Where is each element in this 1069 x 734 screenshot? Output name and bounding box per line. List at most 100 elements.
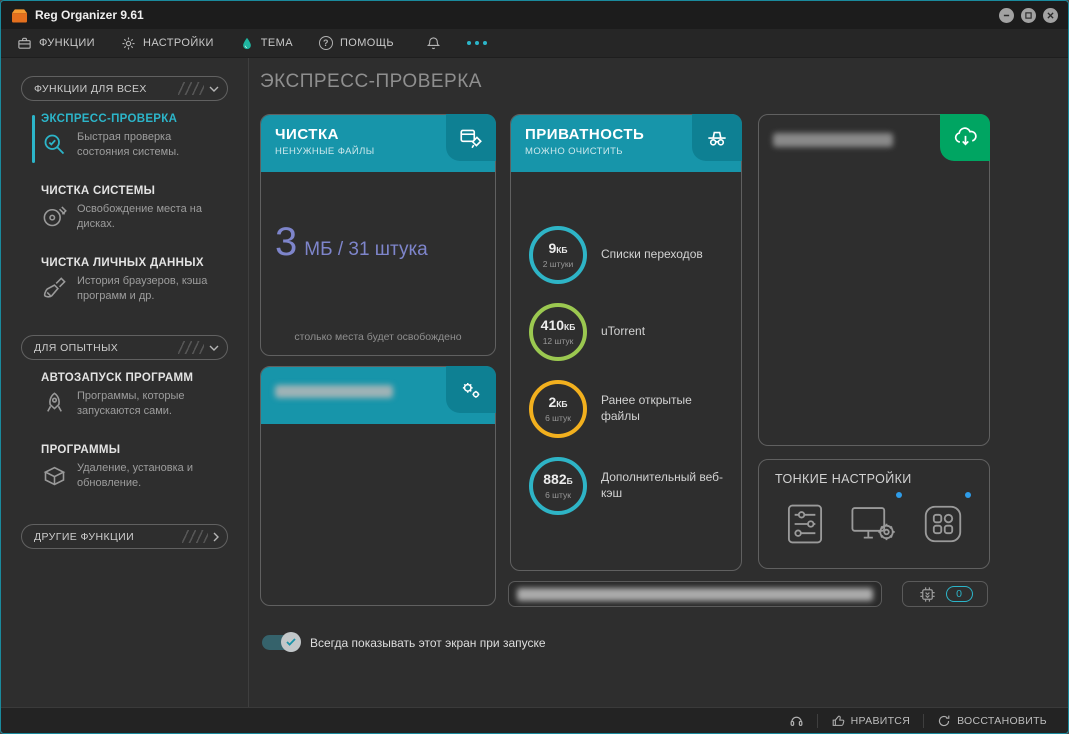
brush-icon — [41, 274, 77, 307]
menu-theme-label: ТЕМА — [260, 37, 293, 49]
nav-title: АВТОЗАПУСК ПРОГРАММ — [41, 372, 194, 384]
gears-badge-icon[interactable] — [446, 366, 496, 413]
disk-clean-icon — [41, 202, 77, 235]
updates-card[interactable] — [758, 114, 990, 446]
chevron-down-icon — [209, 86, 219, 92]
close-button[interactable] — [1043, 7, 1058, 23]
magnifier-check-icon — [41, 130, 77, 163]
stat-ring: 9КБ 2 штуки — [529, 226, 587, 284]
menu-settings[interactable]: НАСТРОЙКИ — [121, 36, 214, 51]
privacy-stat-row: 410КБ 12 штук uTorrent — [529, 303, 723, 361]
sidebar-other-functions-button[interactable]: ДРУГИЕ ФУНКЦИИ — [21, 524, 228, 549]
nav-title: ЧИСТКА СИСТЕМЫ — [41, 185, 156, 197]
cleaning-footer-text: столько места будет освобождено — [294, 331, 462, 343]
show-on-startup-toggle[interactable] — [262, 632, 301, 652]
nav-title: ЭКСПРЕСС-ПРОВЕРКА — [41, 113, 178, 125]
gear-icon — [121, 36, 136, 51]
cleaning-value: 3 МБ / 31 штука — [275, 220, 428, 265]
sidebar-item-system-cleanup[interactable]: ЧИСТКА СИСТЕМЫ Освобождение места на дис… — [41, 185, 240, 235]
hatch-decoration — [178, 341, 204, 354]
help-icon: ? — [318, 36, 333, 50]
apps-grid-icon[interactable] — [917, 492, 971, 550]
fine-settings-title: ТОНКИЕ НАСТРОЙКИ — [775, 472, 912, 486]
restore-button[interactable]: ВОССТАНОВИТЬ — [924, 714, 1060, 728]
show-on-startup-label: Всегда показывать этот экран при запуске — [310, 635, 546, 650]
menu-functions-label: ФУНКЦИИ — [39, 37, 95, 49]
briefcase-icon — [17, 36, 32, 51]
statusbar: НРАВИТСЯ ВОССТАНОВИТЬ — [1, 707, 1068, 733]
notification-dot — [896, 492, 902, 498]
main-content: ЭКСПРЕСС-ПРОВЕРКА ЧИСТКА НЕНУЖНЫЕ ФАЙЛЫ … — [249, 58, 1068, 707]
stat-label: Дополнительный веб-кэш — [601, 470, 724, 500]
sidebar-group-advanced[interactable]: ДЛЯ ОПЫТНЫХ — [21, 335, 228, 360]
support-button[interactable] — [776, 713, 817, 728]
toggle-knob — [281, 632, 301, 652]
nav-desc: Программы, которые запускаются сами. — [77, 390, 185, 417]
stat-count: 2 штуки — [542, 259, 574, 269]
titlebar: Reg Organizer 9.61 — [1, 1, 1068, 29]
privacy-card-header: ПРИВАТНОСТЬ МОЖНО ОЧИСТИТЬ — [511, 114, 742, 172]
blurred-title — [275, 385, 393, 398]
maximize-button[interactable] — [1021, 7, 1036, 23]
notifications-bell-icon[interactable] — [426, 36, 441, 51]
menubar: ФУНКЦИИ НАСТРОЙКИ ТЕМА ? ПОМОЩЬ — [1, 29, 1068, 58]
sliders-icon[interactable] — [779, 498, 831, 550]
stat-label: Списки переходов — [601, 247, 703, 262]
other-functions-label: ДРУГИЕ ФУНКЦИИ — [34, 530, 135, 543]
app-logo-icon — [11, 8, 28, 23]
blurred-progress-text — [517, 587, 873, 601]
menu-settings-label: НАСТРОЙКИ — [142, 37, 214, 49]
nav-desc: История браузеров, кэша программ и др. — [77, 275, 208, 302]
sidebar-item-express-check[interactable]: ЭКСПРЕСС-ПРОВЕРКА Быстрая проверка состо… — [32, 113, 240, 163]
window-title: Reg Organizer 9.61 — [35, 8, 144, 22]
stat-count: 6 штук — [545, 413, 571, 423]
stat-count: 12 штук — [542, 336, 574, 346]
like-label: НРАВИТСЯ — [850, 714, 911, 727]
cleaning-card-header: ЧИСТКА НЕНУЖНЫЕ ФАЙЛЫ — [261, 114, 496, 172]
notification-dot — [965, 492, 971, 498]
nav-desc: Удаление, установка и обновление. — [77, 462, 193, 489]
menu-help[interactable]: ? ПОМОЩЬ — [318, 36, 394, 50]
updates-count-badge: 0 — [945, 586, 973, 602]
sidebar-item-private-data-cleanup[interactable]: ЧИСТКА ЛИЧНЫХ ДАННЫХ История браузеров, … — [41, 257, 240, 307]
menu-theme[interactable]: ТЕМА — [240, 36, 293, 51]
privacy-badge-icon[interactable] — [692, 114, 742, 161]
cleaning-card[interactable]: ЧИСТКА НЕНУЖНЫЕ ФАЙЛЫ 3 МБ / 31 штука ст… — [260, 114, 496, 356]
cleaning-badge-icon[interactable] — [446, 114, 496, 161]
rocket-icon — [41, 389, 77, 422]
cleaning-value-number: 3 — [275, 220, 298, 264]
nav-desc: Быстрая проверка состояния системы. — [77, 131, 180, 158]
sidebar: ФУНКЦИИ ДЛЯ ВСЕХ ЭКСПРЕСС-ПРОВЕРКА Быстр… — [1, 58, 249, 707]
stat-ring: 882Б 6 штук — [529, 457, 587, 515]
blurred-title — [773, 133, 893, 147]
stat-label: Ранее открытые файлы — [601, 393, 692, 423]
fine-settings-card[interactable]: ТОНКИЕ НАСТРОЙКИ — [758, 459, 990, 569]
stat-ring: 2КБ 6 штук — [529, 380, 587, 438]
sidebar-item-programs[interactable]: ПРОГРАММЫ Удаление, установка и обновлен… — [41, 444, 240, 494]
cloud-download-badge-icon[interactable] — [940, 114, 990, 161]
blurred-card[interactable] — [260, 366, 496, 606]
like-button[interactable]: НРАВИТСЯ — [818, 714, 923, 728]
restore-label: ВОССТАНОВИТЬ — [957, 714, 1047, 727]
driver-updates-button[interactable]: 0 — [902, 581, 988, 607]
package-box-icon — [41, 461, 77, 494]
show-on-startup-row: Всегда показывать этот экран при запуске — [262, 632, 546, 652]
minimize-button[interactable] — [999, 7, 1014, 23]
sidebar-group-functions-for-all[interactable]: ФУНКЦИИ ДЛЯ ВСЕХ — [21, 76, 228, 101]
menu-functions[interactable]: ФУНКЦИИ — [17, 36, 95, 51]
privacy-card[interactable]: ПРИВАТНОСТЬ МОЖНО ОЧИСТИТЬ 9КБ 2 штуки С… — [510, 114, 742, 571]
more-menu[interactable] — [463, 37, 491, 49]
theme-droplet-icon — [240, 36, 254, 51]
cleaning-value-unit: МБ / 31 штука — [304, 239, 428, 260]
chevron-right-icon — [213, 532, 219, 542]
privacy-stat-row: 882Б 6 штук Дополнительный веб-кэш — [529, 457, 723, 515]
page-title: ЭКСПРЕСС-ПРОВЕРКА — [260, 71, 482, 92]
stat-ring: 410КБ 12 штук — [529, 303, 587, 361]
nav-desc: Освобождение места на дисках. — [77, 203, 202, 230]
blurred-card-header — [261, 366, 496, 424]
display-settings-icon[interactable] — [848, 492, 902, 550]
sidebar-item-startup-programs[interactable]: АВТОЗАПУСК ПРОГРАММ Программы, которые з… — [41, 372, 240, 422]
stat-count: 6 штук — [545, 490, 571, 500]
hatch-decoration — [182, 530, 208, 543]
group-header-label: ДЛЯ ОПЫТНЫХ — [34, 341, 119, 354]
